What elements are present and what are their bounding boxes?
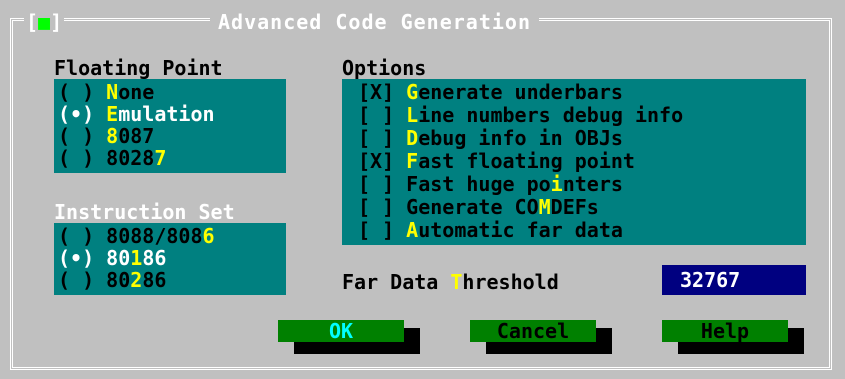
option-text: 8088/808 bbox=[106, 224, 203, 248]
radio-mark: ( ) bbox=[58, 146, 95, 170]
option-line-numbers-debug-info[interactable]: [ ] Line numbers debug info bbox=[358, 104, 683, 126]
option-text: utomatic far data bbox=[418, 218, 623, 242]
option-text: 86 bbox=[142, 268, 167, 292]
instruction-set-group: ( ) 8088/8086 (•) 80186 ( ) 80286 bbox=[54, 223, 286, 295]
checkbox-mark: [ ] bbox=[358, 126, 395, 150]
hotkey: L bbox=[406, 103, 419, 127]
option-automatic-far-data[interactable]: [ ] Automatic far data bbox=[358, 219, 623, 241]
close-box[interactable]: [■] bbox=[24, 10, 65, 34]
label-text: Far Data bbox=[342, 270, 451, 294]
option-generate-underbars[interactable]: [X] Generate underbars bbox=[358, 81, 623, 103]
fp-option-80287[interactable]: ( ) 80287 bbox=[58, 147, 166, 169]
checkbox-mark: [ ] bbox=[358, 172, 395, 196]
option-text: Fast huge po bbox=[406, 172, 551, 196]
hotkey: F bbox=[406, 149, 419, 173]
title-bar: [■] Advanced Code Generation bbox=[0, 8, 845, 32]
ok-button[interactable]: OK bbox=[278, 320, 404, 342]
option-fast-huge-pointers[interactable]: [ ] Fast huge pointers bbox=[358, 173, 623, 195]
radio-mark: ( ) bbox=[58, 224, 95, 248]
option-text: one bbox=[118, 80, 155, 104]
hotkey: T bbox=[450, 270, 463, 294]
close-icon: ■ bbox=[38, 10, 51, 34]
checkbox-mark: [ ] bbox=[358, 218, 395, 242]
option-text: 8028 bbox=[106, 146, 155, 170]
option-text: ebug info in OBJs bbox=[418, 126, 623, 150]
floating-point-group: ( ) None (•) Emulation ( ) 8087 ( ) 8028… bbox=[54, 79, 286, 173]
dialog-title: Advanced Code Generation bbox=[210, 12, 539, 32]
option-text: nters bbox=[562, 172, 623, 196]
option-text: DEFs bbox=[550, 195, 599, 219]
option-text: mulation bbox=[118, 102, 215, 126]
close-box-right: ] bbox=[50, 10, 63, 34]
help-button[interactable]: Help bbox=[662, 320, 788, 342]
fp-option-none[interactable]: ( ) None bbox=[58, 81, 154, 103]
hotkey: 6 bbox=[202, 224, 215, 248]
option-generate-comdefs[interactable]: [ ] Generate COMDEFs bbox=[358, 196, 599, 218]
hotkey: M bbox=[538, 195, 551, 219]
option-debug-info-in-objs[interactable]: [ ] Debug info in OBJs bbox=[358, 127, 623, 149]
option-text: Generate CO bbox=[406, 195, 539, 219]
option-text: ast floating point bbox=[418, 149, 635, 173]
radio-mark: ( ) bbox=[58, 124, 95, 148]
checkbox-mark: [ ] bbox=[358, 195, 395, 219]
option-text: ine numbers debug info bbox=[418, 103, 684, 127]
option-text: enerate underbars bbox=[418, 80, 623, 104]
close-box-left: [ bbox=[26, 10, 39, 34]
fp-option-8087[interactable]: ( ) 8087 bbox=[58, 125, 154, 147]
hotkey: 1 bbox=[130, 246, 143, 270]
checkbox-mark: [X] bbox=[358, 80, 395, 104]
checkbox-mark: [ ] bbox=[358, 103, 395, 127]
is-option-8088-8086[interactable]: ( ) 8088/8086 bbox=[58, 225, 215, 247]
hotkey: E bbox=[106, 102, 119, 126]
floating-point-label: Floating Point bbox=[54, 56, 223, 80]
advanced-code-generation-dialog: [■] Advanced Code Generation Floating Po… bbox=[0, 0, 845, 379]
instruction-set-label: Instruction Set bbox=[54, 200, 235, 224]
option-fast-floating-point[interactable]: [X] Fast floating point bbox=[358, 150, 635, 172]
hotkey: i bbox=[550, 172, 563, 196]
hotkey: 8 bbox=[106, 124, 119, 148]
hotkey: 7 bbox=[154, 146, 167, 170]
options-label: Options bbox=[342, 56, 427, 80]
fp-option-emulation[interactable]: (•) Emulation bbox=[58, 103, 215, 125]
option-text: 80 bbox=[106, 268, 131, 292]
radio-mark: (•) bbox=[58, 246, 95, 270]
hotkey: N bbox=[106, 80, 119, 104]
checkbox-mark: [X] bbox=[358, 149, 395, 173]
radio-mark: (•) bbox=[58, 102, 95, 126]
radio-mark: ( ) bbox=[58, 268, 95, 292]
option-text: 86 bbox=[142, 246, 167, 270]
option-text: 80 bbox=[106, 246, 131, 270]
radio-mark: ( ) bbox=[58, 80, 95, 104]
hotkey: A bbox=[406, 218, 419, 242]
option-text: 087 bbox=[118, 124, 155, 148]
label-text: hreshold bbox=[462, 270, 559, 294]
options-group: [X] Generate underbars [ ] Line numbers … bbox=[342, 79, 806, 245]
far-data-threshold-label: Far Data Threshold bbox=[342, 271, 559, 293]
hotkey: G bbox=[406, 80, 419, 104]
is-option-80286[interactable]: ( ) 80286 bbox=[58, 269, 166, 291]
far-data-threshold-input[interactable]: 32767 bbox=[662, 265, 806, 295]
is-option-80186[interactable]: (•) 80186 bbox=[58, 247, 166, 269]
cancel-button[interactable]: Cancel bbox=[470, 320, 596, 342]
hotkey: 2 bbox=[130, 268, 143, 292]
hotkey: D bbox=[406, 126, 419, 150]
